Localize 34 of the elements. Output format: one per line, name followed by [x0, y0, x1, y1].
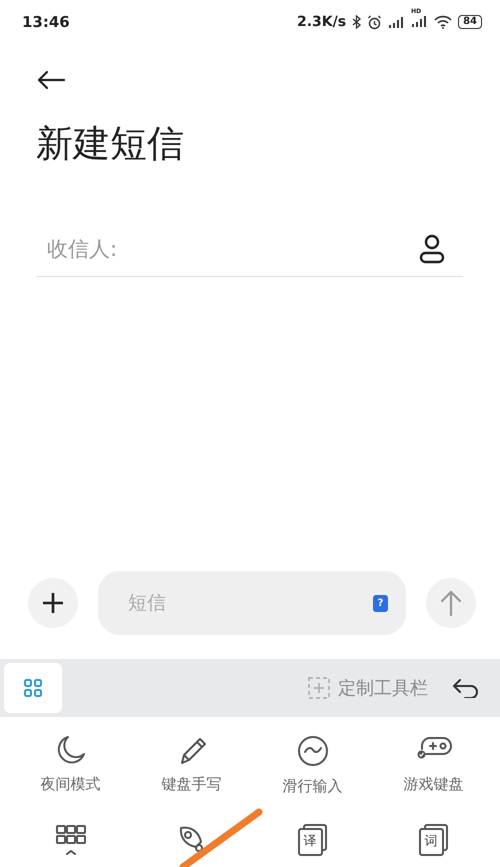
alarm-clock-icon	[367, 14, 382, 30]
customize-toolbar-button[interactable]: 定制工具栏	[308, 676, 428, 700]
page-title: 新建短信	[36, 122, 185, 166]
message-field[interactable]: 短信 ?	[98, 571, 406, 635]
undo-arrow-icon	[452, 678, 480, 698]
tool-item[interactable]: 夜间模式	[10, 735, 131, 808]
attach-button[interactable]	[28, 578, 78, 628]
network-speed: 2.3K/s	[296, 14, 346, 30]
clock-time: 13:46	[22, 13, 70, 31]
undo-button[interactable]	[452, 678, 480, 698]
signal-icon	[411, 15, 428, 27]
tool-item[interactable]: 游戏键盘	[373, 735, 494, 808]
keypad-icon	[54, 824, 86, 856]
send-button[interactable]	[426, 578, 476, 628]
recipient-field[interactable]: 收信人:	[36, 237, 419, 262]
grid-icon	[24, 679, 42, 697]
message-field[interactable]: 短信	[126, 591, 373, 615]
wifi-icon	[434, 15, 452, 29]
signal-icon	[388, 16, 406, 28]
wave-circle-icon	[296, 735, 328, 767]
tool-item[interactable]: 键盘手写	[131, 735, 252, 808]
help-badge: ?	[373, 594, 388, 612]
back-arrow-icon	[36, 70, 66, 90]
up-arrow-icon	[441, 590, 461, 616]
tool-item[interactable]: 词	[373, 824, 494, 867]
battery-indicator: 84	[458, 15, 482, 29]
tools-tab[interactable]	[4, 663, 62, 713]
plus-icon	[42, 592, 64, 614]
moon-icon	[56, 735, 86, 765]
contact-icon[interactable]	[419, 234, 445, 264]
bluetooth-icon	[352, 15, 362, 29]
tool-item[interactable]: 译	[252, 824, 373, 867]
tool-item[interactable]: 滑行输入	[252, 735, 373, 808]
dashed-plus-icon	[308, 677, 330, 699]
